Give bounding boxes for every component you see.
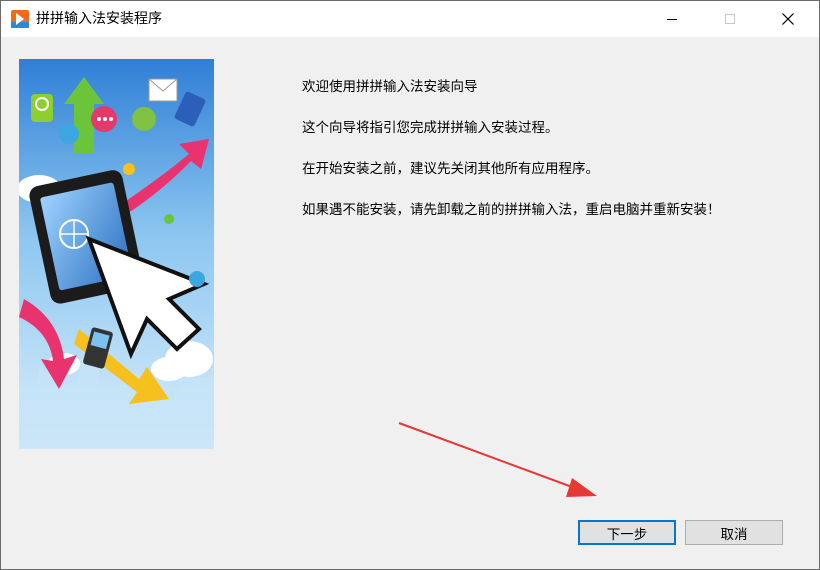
installer-window: 拼拼输入法安装程序 欢迎使用拼拼输入法安装向导 这个向导将指引您完成拼拼输入安装…: [0, 0, 820, 570]
annotation-arrow: [398, 422, 597, 497]
next-button[interactable]: 下一步: [578, 520, 676, 545]
cancel-button[interactable]: 取消: [685, 520, 783, 545]
